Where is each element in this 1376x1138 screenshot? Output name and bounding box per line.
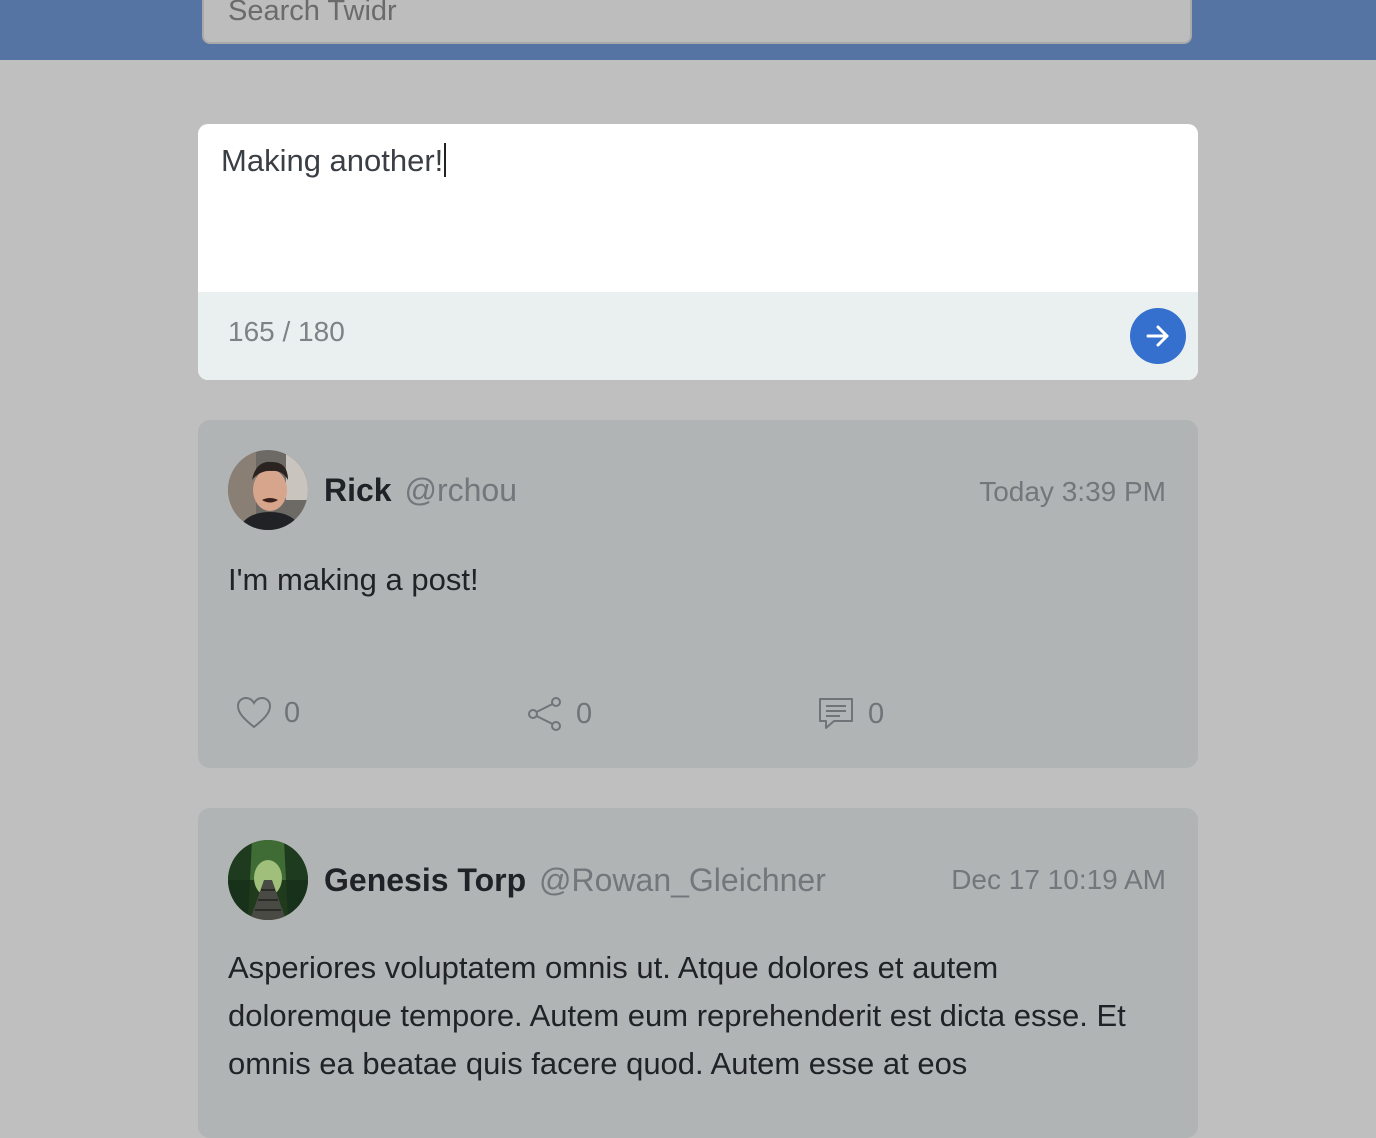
share-icon [528,697,561,731]
post-timestamp: Dec 17 10:19 AM [951,864,1166,895]
author-line: Rick @rchou [324,472,517,509]
post-card: Rick @rchou Today 3:39 PM I'm making a p… [198,420,1198,768]
share-count: 0 [576,697,593,730]
post-timestamp: Today 3:39 PM [979,476,1166,507]
send-button[interactable] [1130,308,1186,364]
like-count: 0 [284,696,301,729]
search-input[interactable] [202,0,1192,44]
avatar-photo-forest [228,840,308,920]
post-composer: Making another! 165 / 180 [198,124,1198,380]
avatar[interactable] [228,840,308,920]
avatar-photo-rick [228,450,308,530]
post-body: I'm making a post! [228,562,479,597]
top-bar [0,0,1376,60]
author-line: Genesis Torp @Rowan_Gleichner [324,862,826,899]
avatar[interactable] [228,450,308,530]
comment-icon [819,698,853,729]
arrow-right-icon [1146,325,1169,347]
composer-footer: 165 / 180 [198,292,1198,380]
comment-count: 0 [868,697,885,730]
author-handle[interactable]: @Rowan_Gleichner [539,862,826,898]
text-cursor [444,143,447,177]
character-counter: 165 / 180 [228,316,345,347]
share-button[interactable]: 0 [526,696,592,732]
composer-text: Making another! [221,143,444,178]
author-handle[interactable]: @rchou [404,472,517,508]
author-name[interactable]: Rick [324,472,392,508]
post-body: Asperiores voluptatem omnis ut. Atque do… [228,950,1126,1081]
heart-icon [236,696,272,729]
like-button[interactable]: 0 [236,696,300,730]
composer-textarea[interactable]: Making another! [198,124,1198,292]
post-card: Genesis Torp @Rowan_Gleichner Dec 17 10:… [198,808,1198,1138]
comment-button[interactable]: 0 [818,696,884,732]
author-name[interactable]: Genesis Torp [324,862,526,898]
